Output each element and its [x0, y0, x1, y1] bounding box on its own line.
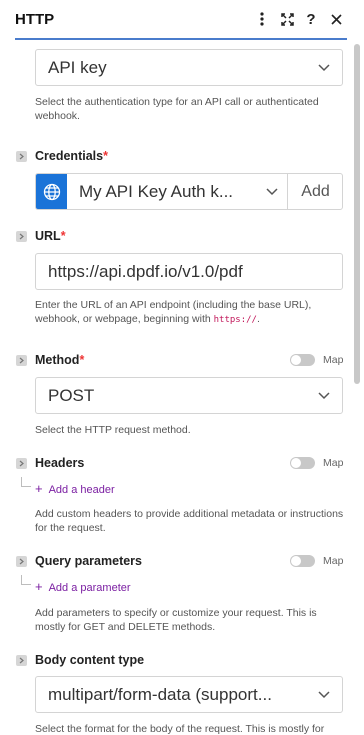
method-help: Select the HTTP request method.	[35, 424, 191, 436]
plus-icon: +	[35, 481, 43, 496]
auth-type-help: Select the authentication type for an AP…	[35, 96, 319, 122]
url-label-text: URL	[35, 229, 61, 243]
url-help-code: https://	[213, 315, 257, 325]
plus-icon: +	[35, 579, 43, 594]
help-icon[interactable]: ?	[301, 9, 321, 29]
add-header-button[interactable]: + Add a header	[35, 481, 115, 496]
tree-connector	[21, 575, 31, 585]
auth-type-value: API key	[48, 58, 107, 77]
chevron-right-icon	[19, 233, 24, 240]
add-credentials-button[interactable]: Add	[287, 174, 342, 209]
query-parameters-map-label: Map	[323, 555, 344, 567]
url-help-text: Enter the URL of an API endpoint (includ…	[35, 299, 312, 325]
panel-header: HTTP ?	[0, 0, 364, 40]
expand-icon[interactable]	[277, 9, 297, 29]
method-label: Method*	[35, 353, 84, 367]
credentials-label-text: Credentials	[35, 149, 104, 163]
headers-collapse-toggle[interactable]	[16, 458, 27, 469]
chevron-down-icon	[318, 392, 330, 400]
query-parameters-label: Query parameters	[35, 554, 143, 568]
chevron-right-icon	[19, 657, 24, 664]
method-map-label: Map	[323, 354, 344, 366]
tree-connector	[21, 477, 31, 487]
body-content-type-collapse-toggle[interactable]	[16, 655, 27, 666]
query-parameters-map-toggle[interactable]	[290, 555, 315, 567]
method-map-toggle[interactable]	[290, 354, 315, 366]
panel-title: HTTP	[15, 11, 55, 28]
method-value: POST	[48, 386, 95, 405]
url-help: Enter the URL of an API endpoint (includ…	[35, 298, 345, 327]
credentials-select[interactable]: My API Key Auth k... Add	[35, 173, 343, 210]
globe-icon	[36, 174, 67, 209]
url-value: https://api.dpdf.io/v1.0/pdf	[48, 262, 243, 281]
chevron-down-icon	[266, 188, 278, 196]
headers-map-toggle[interactable]	[290, 457, 315, 469]
close-icon[interactable]	[326, 9, 346, 29]
method-label-text: Method	[35, 353, 80, 367]
headers-map-label: Map	[323, 457, 344, 469]
headers-help: Add custom headers to provide additional…	[35, 508, 344, 534]
chevron-right-icon	[19, 357, 24, 364]
header-underline	[15, 38, 347, 40]
headers-label: Headers	[35, 456, 85, 470]
url-help-end: .	[256, 313, 260, 325]
chevron-right-icon	[19, 153, 24, 160]
add-parameter-button[interactable]: + Add a parameter	[35, 579, 131, 594]
method-select[interactable]: POST	[35, 377, 343, 414]
url-input[interactable]: https://api.dpdf.io/v1.0/pdf	[35, 253, 343, 290]
method-collapse-toggle[interactable]	[16, 355, 27, 366]
body-content-type-label: Body content type	[35, 653, 145, 667]
add-parameter-label: Add a parameter	[48, 582, 131, 594]
body-content-type-value: multipart/form-data (support...	[48, 685, 272, 704]
more-vertical-icon[interactable]	[252, 9, 272, 29]
chevron-right-icon	[19, 460, 24, 467]
required-mark: *	[79, 353, 85, 367]
url-label: URL*	[35, 229, 66, 243]
scrollbar[interactable]	[354, 44, 360, 384]
body-content-type-select[interactable]: multipart/form-data (support...	[35, 676, 343, 713]
chevron-right-icon	[19, 558, 24, 565]
credentials-collapse-toggle[interactable]	[16, 151, 27, 162]
required-mark: *	[103, 149, 108, 163]
add-header-label: Add a header	[48, 484, 115, 496]
url-collapse-toggle[interactable]	[16, 231, 27, 242]
query-parameters-help: Add parameters to specify or customize y…	[35, 607, 317, 633]
chevron-down-icon	[318, 691, 330, 699]
credentials-value: My API Key Auth k...	[79, 182, 234, 201]
credentials-label: Credentials*	[35, 149, 108, 163]
query-parameters-collapse-toggle[interactable]	[16, 556, 27, 567]
required-mark: *	[60, 229, 66, 243]
auth-type-select[interactable]: API key	[35, 49, 343, 86]
body-content-type-help: Select the format for the body of the re…	[35, 723, 325, 735]
chevron-down-icon	[318, 64, 330, 72]
